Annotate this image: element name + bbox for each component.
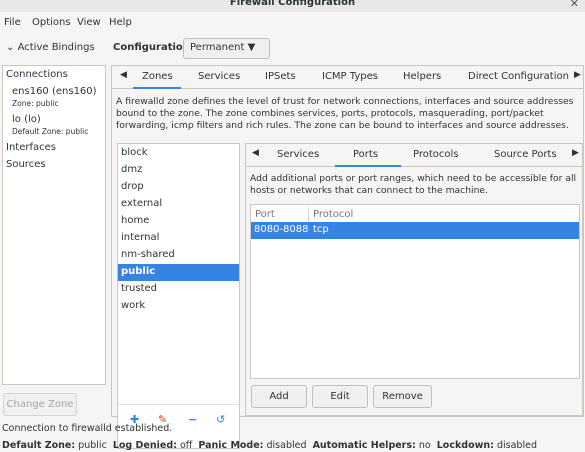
connection-ens160[interactable]: ens160 (ens160) bbox=[12, 86, 97, 97]
zone-item[interactable]: external bbox=[118, 196, 239, 213]
automatic-helpers-value: no bbox=[418, 440, 431, 451]
connection-status: Connection to firewalld established. bbox=[2, 423, 173, 434]
default-zone-value: public bbox=[78, 440, 107, 451]
connection-lo[interactable]: lo (lo) bbox=[12, 114, 41, 125]
connections-header: Connections bbox=[6, 69, 68, 80]
menu-file[interactable]: File bbox=[4, 17, 21, 28]
connection-ens160-zone: Zone: public bbox=[12, 99, 59, 108]
close-icon[interactable]: ✕ bbox=[570, 0, 579, 10]
port-table: Port Protocol 8080-8088 tcp bbox=[250, 204, 580, 379]
subtab-scroll-left-icon[interactable]: ◀ bbox=[252, 148, 259, 158]
configuration-select[interactable]: Permanent ▼ bbox=[183, 38, 270, 59]
protocol-cell: tcp bbox=[313, 224, 329, 235]
zone-item[interactable]: trusted bbox=[118, 281, 239, 298]
tab-scroll-right-icon[interactable]: ▶ bbox=[574, 70, 581, 80]
tab-services[interactable]: Services bbox=[198, 71, 240, 82]
table-row[interactable]: 8080-8088 tcp bbox=[251, 222, 579, 239]
zone-list: block dmz drop external home internal nm… bbox=[117, 143, 240, 449]
zones-description: A firewalld zone defines the level of tr… bbox=[116, 96, 574, 131]
active-subtab-indicator bbox=[335, 165, 401, 167]
active-tab-indicator bbox=[133, 87, 181, 89]
configuration-value: Permanent bbox=[190, 42, 245, 53]
configuration-row: Configuration: Permanent ▼ bbox=[111, 36, 585, 61]
subtab-services[interactable]: Services bbox=[277, 149, 319, 160]
main-pane: ◀ Zones Services IPSets ICMP Types Helpe… bbox=[111, 65, 584, 449]
menu-view[interactable]: View bbox=[77, 17, 101, 28]
zone-tab-bar: ◀ Services Ports Protocols Source Ports … bbox=[246, 144, 582, 167]
change-zone-button[interactable]: Change Zone bbox=[3, 393, 77, 416]
interfaces-header[interactable]: Interfaces bbox=[6, 142, 56, 153]
add-port-button[interactable]: Add bbox=[251, 385, 307, 408]
zone-item[interactable]: nm-shared bbox=[118, 247, 239, 264]
default-zone-label: Default Zone: bbox=[2, 440, 76, 451]
panic-mode-label: Panic Mode: bbox=[198, 440, 264, 451]
zone-item[interactable]: drop bbox=[118, 179, 239, 196]
main-tab-bar: ◀ Zones Services IPSets ICMP Types Helpe… bbox=[112, 66, 583, 89]
tab-icmp-types[interactable]: ICMP Types bbox=[322, 71, 378, 82]
load-defaults-icon[interactable]: ↺ bbox=[216, 413, 225, 426]
zone-item[interactable]: block bbox=[118, 145, 239, 162]
subtab-source-ports[interactable]: Source Ports bbox=[494, 149, 557, 160]
remove-port-button[interactable]: Remove bbox=[373, 385, 432, 408]
menu-bar: File Options View Help bbox=[0, 14, 585, 34]
chevron-down-icon: ⌄ bbox=[6, 42, 15, 53]
tab-zones[interactable]: Zones bbox=[142, 71, 173, 82]
window-title: Firewall Configuration bbox=[229, 0, 356, 8]
subtab-scroll-right-icon[interactable]: ▶ bbox=[572, 148, 579, 158]
status-bar: Default Zone: public Log Denied: off Pan… bbox=[2, 440, 537, 451]
remove-zone-icon[interactable]: − bbox=[188, 413, 197, 426]
automatic-helpers-label: Automatic Helpers: bbox=[312, 440, 416, 451]
tab-helpers[interactable]: Helpers bbox=[403, 71, 441, 82]
tab-ipsets[interactable]: IPSets bbox=[265, 71, 296, 82]
zone-item-selected[interactable]: public bbox=[118, 264, 239, 281]
dropdown-arrow-icon: ▼ bbox=[247, 42, 256, 53]
ports-description: Add additional ports or port ranges, whi… bbox=[250, 173, 577, 196]
zone-item[interactable]: home bbox=[118, 213, 239, 230]
lockdown-label: Lockdown: bbox=[436, 440, 494, 451]
menu-help[interactable]: Help bbox=[109, 17, 132, 28]
panic-mode-value: disabled bbox=[266, 440, 307, 451]
sources-header[interactable]: Sources bbox=[6, 159, 46, 170]
column-separator bbox=[308, 207, 309, 222]
tab-scroll-left-icon[interactable]: ◀ bbox=[120, 70, 127, 80]
active-bindings-label: Active Bindings bbox=[17, 42, 95, 53]
subtab-ports[interactable]: Ports bbox=[353, 149, 378, 160]
menu-options[interactable]: Options bbox=[32, 17, 71, 28]
connection-lo-zone: Default Zone: public bbox=[12, 127, 89, 136]
configuration-label: Configuration: bbox=[113, 42, 194, 53]
zone-item[interactable]: internal bbox=[118, 230, 239, 247]
tab-direct-configuration[interactable]: Direct Configuration bbox=[468, 71, 569, 82]
log-denied-value: off bbox=[179, 440, 193, 451]
lockdown-value: disabled bbox=[496, 440, 537, 451]
zone-item[interactable]: work bbox=[118, 298, 239, 315]
port-cell: 8080-8088 bbox=[254, 224, 309, 235]
active-bindings-toggle[interactable]: ⌄ Active Bindings bbox=[0, 36, 110, 61]
subtab-protocols[interactable]: Protocols bbox=[413, 149, 459, 160]
zone-settings-pane: ◀ Services Ports Protocols Source Ports … bbox=[245, 143, 583, 416]
bindings-pane: Connections ens160 (ens160) Zone: public… bbox=[2, 65, 106, 385]
edit-port-button[interactable]: Edit bbox=[312, 385, 368, 408]
log-denied-label: Log Denied: bbox=[112, 440, 177, 451]
zone-item[interactable]: dmz bbox=[118, 162, 239, 179]
